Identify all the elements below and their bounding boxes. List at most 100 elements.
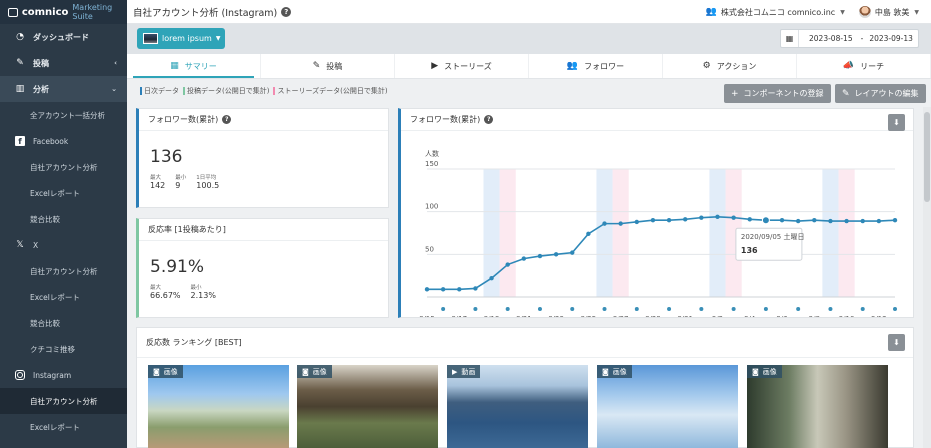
data-point [473,286,478,291]
post-marker [796,307,801,311]
sidebar-item-analytics[interactable]: ▥ 分析 ⌄ [0,76,127,102]
help-icon[interactable]: ? [281,6,292,17]
followers-chart-card: フォロワー数(累計) ? ⬇ 50 100 150 人数 8/15 8/17 8/19 8/2… [398,108,914,318]
post-marker [634,307,639,311]
plus-icon: + [731,88,739,99]
caret-down-icon: ▼ [215,35,221,42]
sidebar-item-x-own[interactable]: 自社アカウント分析 [0,258,127,284]
data-point [570,250,575,255]
x-tick-label: 9/4 [744,315,756,317]
sidebar-item-fb-own[interactable]: 自社アカウント分析 [0,154,127,180]
camera-icon: ◙ [302,367,309,376]
x-logo-icon: 𝕏 [16,240,24,250]
data-point [795,218,801,224]
date-from: 2023-08-15 [809,34,853,43]
x-tick-label: 9/10 [839,315,855,317]
tab-posts[interactable]: ✎ 投稿 [261,54,395,78]
stat-max: 最大 66.67% [150,285,181,300]
sidebar-item-fb-excel[interactable]: Excelレポート [0,180,127,206]
sidebar-item-x-excel[interactable]: Excelレポート [0,284,127,310]
sidebar-item-all-accounts[interactable]: 全アカウント一括分析 [0,102,127,128]
data-point [715,214,720,219]
date-range-picker[interactable]: ▦ 2023-08-15 - 2023-09-13 [780,29,919,48]
sidebar-item-dashboard[interactable]: ◔ ダッシュボード [0,24,127,50]
post-marker [570,307,575,311]
company-selector[interactable]: 株式会社コムニコ comnico.inc [721,7,835,18]
brand-logo[interactable]: comnico Marketing Suite [0,0,127,24]
bar-chart-icon: ▥ [15,84,25,94]
y-tick-label: 100 [425,203,438,211]
sidebar-item-fb-compare[interactable]: 競合比較 [0,206,127,232]
post-marker [441,307,446,311]
toolbar: lorem ipsum ▼ ▦ 2023-08-15 - 2023-09-13 [127,24,931,54]
date-separator: - [860,34,864,43]
card-title: 反応率 [1投稿あたり] [139,219,388,241]
tab-followers[interactable]: 👥 フォロワー [529,54,663,78]
data-point [747,217,752,222]
data-point [666,218,672,223]
data-point [424,287,430,292]
ranking-thumbnail-1[interactable]: ◙ 画像 [148,365,289,448]
data-point [892,218,898,223]
brand-name: comnico [21,6,69,18]
sidebar-item-posts[interactable]: ✎ 投稿 ‹ [0,50,127,76]
stat-max: 最大 142 [150,175,166,190]
sidebar-item-ig-own[interactable]: 自社アカウント分析 [0,388,127,414]
chevron-down-icon: ▼ [840,8,845,16]
edit-square-icon: ✎ [842,88,850,99]
ranking-thumbnail-4[interactable]: ◙ 画像 [597,365,738,448]
download-button[interactable]: ⬇ [888,114,905,131]
ranking-thumbnail-3[interactable]: ▶ 動画 [447,365,588,448]
x-tick-label: 8/27 [613,315,629,317]
data-point [537,253,543,259]
x-tick-label: 8/19 [484,315,500,317]
x-tick-label: 8/17 [451,315,467,317]
sidebar-item-x-compare[interactable]: 競合比較 [0,310,127,336]
edit-layout-button[interactable]: ✎ レイアウトの編集 [835,84,926,103]
avatar[interactable] [858,6,871,18]
reaction-rate-value: 5.91% [150,257,205,277]
download-button[interactable]: ⬇ [888,334,905,351]
data-point [489,276,494,281]
media-type-badge: ◙ 画像 [747,365,782,378]
tab-reach[interactable]: 📣 リーチ [797,54,931,78]
x-tick-label: 8/31 [677,315,693,317]
header-right: 👥 株式会社コムニコ comnico.inc ▼ 中島 敦美 ▼ [706,0,919,24]
stat-min: 最小 9 [175,175,187,190]
tab-actions[interactable]: ⚙ アクション [663,54,797,78]
legend-swatch [140,87,142,95]
data-point [457,287,462,292]
weekend-band [596,169,613,297]
camera-icon: ◙ [752,367,759,376]
account-selector[interactable]: lorem ipsum ▼ [137,28,225,49]
top-header: 自社アカウント分析 (Instagram) ? 👥 株式会社コムニコ comni… [127,0,931,24]
reaction-rate-card: 反応率 [1投稿あたり] 5.91% 最大 66.67% 最小 2.13% [136,218,389,318]
tab-bar: ▦ サマリー ✎ 投稿 ▶ ストーリーズ 👥 フォロワー ⚙ アクション 📣 リーチ [127,54,931,79]
weekend-band [499,169,516,297]
ranking-thumbnail-2[interactable]: ◙ 画像 [297,365,438,448]
y-tick-label: 50 [425,245,434,253]
sidebar-item-x-reviews[interactable]: クチコミ推移 [0,336,127,362]
user-menu[interactable]: 中島 敦美 [875,7,910,18]
y-tick-label: 150 [425,160,438,168]
help-icon[interactable]: ? [222,115,232,124]
ranking-thumbnail-5[interactable]: ◙ 画像 [747,365,888,448]
tab-stories[interactable]: ▶ ストーリーズ [395,54,529,78]
followers-summary-card: フォロワー数(累計) ? 136 最大 142 最小 9 1日平均 100.5 [136,108,389,208]
x-tick-label: 9/6 [776,315,788,317]
data-point [440,287,446,292]
tab-summary[interactable]: ▦ サマリー [127,54,261,78]
camera-icon: ◙ [153,367,160,376]
post-marker [860,307,865,311]
page-scrollbar-thumb[interactable] [924,112,930,202]
data-point [521,256,527,261]
add-component-button[interactable]: + コンポーネントの登録 [724,84,831,103]
post-marker [602,307,607,311]
brand-suite: Marketing Suite [72,3,113,21]
sidebar-item-ig-excel[interactable]: Excelレポート [0,414,127,440]
data-point [650,218,656,223]
tooltip-value: 136 [741,246,758,255]
x-tick-label: 8/25 [581,315,597,317]
data-point [844,218,849,224]
help-icon[interactable]: ? [484,115,494,124]
